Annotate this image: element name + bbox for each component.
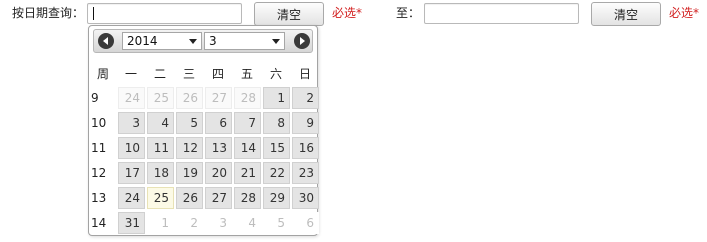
calendar-day[interactable]: 14 xyxy=(234,137,261,159)
calendar-day[interactable]: 24 xyxy=(118,87,145,109)
calendar-day[interactable]: 16 xyxy=(292,137,319,159)
calendar-header: 2014 3 xyxy=(93,29,313,53)
chevron-down-icon xyxy=(272,39,280,44)
calendar-day[interactable]: 25 xyxy=(147,87,174,109)
chevron-down-icon xyxy=(189,39,197,44)
calendar-day[interactable]: 3 xyxy=(205,212,232,234)
calendar-day[interactable]: 5 xyxy=(263,212,290,234)
weekday-header: 二 xyxy=(153,67,166,81)
week-number: 12 xyxy=(91,166,107,180)
next-month-icon[interactable] xyxy=(294,33,310,49)
calendar-day[interactable]: 6 xyxy=(292,212,319,234)
calendar-day[interactable]: 30 xyxy=(292,187,319,209)
calendar-day[interactable]: 15 xyxy=(263,137,290,159)
month-select-value: 3 xyxy=(209,34,217,48)
date-picker-popup: 2014 3 周 一二三四五六日 9 24 25 26 27 28 1 2 10 3 4 5 6 7 8 9 1… xyxy=(88,25,319,236)
calendar-day[interactable]: 22 xyxy=(263,162,290,184)
month-select[interactable]: 3 xyxy=(204,32,285,50)
calendar-day[interactable]: 4 xyxy=(234,212,261,234)
calendar-day[interactable]: 24 xyxy=(118,187,145,209)
week-number: 13 xyxy=(91,191,107,205)
calendar-day[interactable]: 19 xyxy=(176,162,203,184)
week-number-header: 周 xyxy=(96,67,109,81)
week-number: 14 xyxy=(91,216,107,230)
calendar-day[interactable]: 9 xyxy=(292,112,319,134)
week-number: 10 xyxy=(91,116,107,130)
weekday-header: 一 xyxy=(124,67,137,81)
calendar-day[interactable]: 28 xyxy=(234,187,261,209)
required-mark-start: 必选* xyxy=(332,6,363,20)
calendar-day[interactable]: 28 xyxy=(234,87,261,109)
calendar-day[interactable]: 4 xyxy=(147,112,174,134)
clear-end-button[interactable]: 清空 xyxy=(591,2,661,26)
calendar-day[interactable]: 17 xyxy=(118,162,145,184)
calendar-day[interactable]: 2 xyxy=(176,212,203,234)
calendar-day[interactable]: 13 xyxy=(205,137,232,159)
clear-start-button[interactable]: 清空 xyxy=(254,2,324,26)
calendar-day[interactable]: 18 xyxy=(147,162,174,184)
calendar-day[interactable]: 20 xyxy=(205,162,232,184)
calendar-day-today[interactable]: 25 xyxy=(147,187,174,209)
calendar-day[interactable]: 10 xyxy=(118,137,145,159)
end-date-input[interactable] xyxy=(424,3,579,24)
calendar-day[interactable]: 1 xyxy=(263,87,290,109)
calendar-day[interactable]: 21 xyxy=(234,162,261,184)
date-query-label: 按日期查询： xyxy=(12,6,85,20)
start-date-input[interactable] xyxy=(87,3,242,24)
calendar-day[interactable]: 6 xyxy=(205,112,232,134)
calendar-day[interactable]: 8 xyxy=(263,112,290,134)
calendar-day[interactable]: 5 xyxy=(176,112,203,134)
weekday-header: 四 xyxy=(211,67,224,81)
calendar-day[interactable]: 12 xyxy=(176,137,203,159)
calendar-day[interactable]: 26 xyxy=(176,187,203,209)
calendar-day[interactable]: 11 xyxy=(147,137,174,159)
calendar-day[interactable]: 27 xyxy=(205,87,232,109)
calendar-day[interactable]: 26 xyxy=(176,87,203,109)
week-number: 11 xyxy=(91,141,107,155)
weekday-header: 日 xyxy=(298,67,311,81)
weekday-header: 五 xyxy=(240,67,253,81)
year-select[interactable]: 2014 xyxy=(122,32,202,50)
weekday-header: 三 xyxy=(182,67,195,81)
required-mark-end: 必选* xyxy=(669,6,700,20)
calendar-day[interactable]: 23 xyxy=(292,162,319,184)
calendar-day[interactable]: 1 xyxy=(147,212,174,234)
text-caret xyxy=(93,7,94,20)
weekday-header: 六 xyxy=(269,67,282,81)
prev-month-icon[interactable] xyxy=(98,33,114,49)
calendar-day[interactable]: 31 xyxy=(118,212,145,234)
calendar-day[interactable]: 7 xyxy=(234,112,261,134)
to-label: 至： xyxy=(396,6,421,20)
calendar-day[interactable]: 3 xyxy=(118,112,145,134)
calendar-day[interactable]: 2 xyxy=(292,87,319,109)
calendar-day[interactable]: 29 xyxy=(263,187,290,209)
calendar-day[interactable]: 27 xyxy=(205,187,232,209)
year-select-value: 2014 xyxy=(127,34,158,48)
week-number: 9 xyxy=(91,91,99,105)
